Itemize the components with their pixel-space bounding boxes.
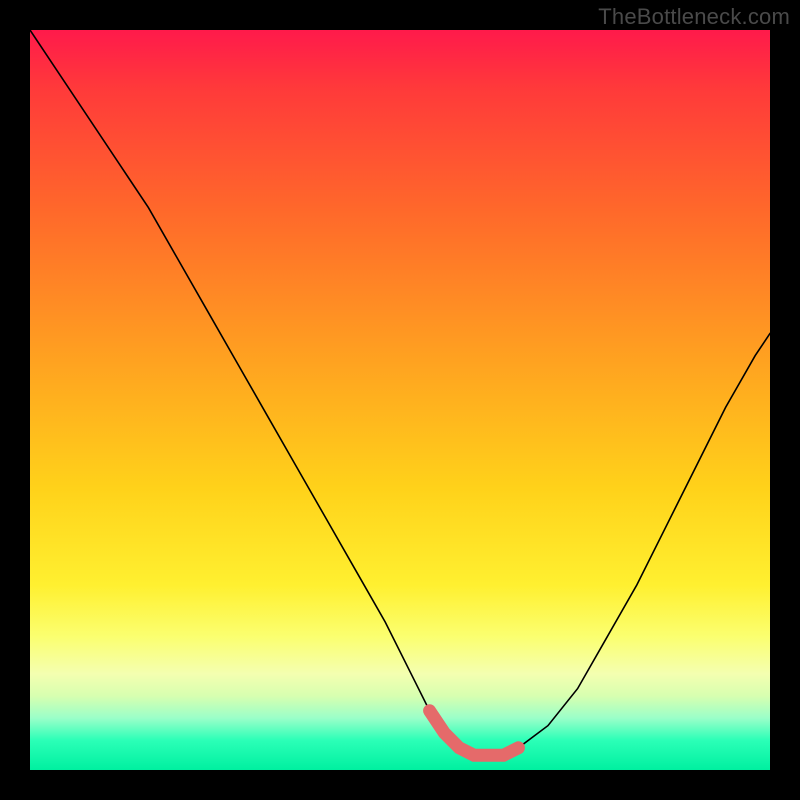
- bottleneck-curve-line: [30, 30, 770, 755]
- watermark-label: TheBottleneck.com: [598, 4, 790, 30]
- plot-area: [30, 30, 770, 770]
- bottleneck-curve-highlight: [430, 711, 519, 755]
- bottleneck-curve-svg: [30, 30, 770, 770]
- chart-frame: TheBottleneck.com: [0, 0, 800, 800]
